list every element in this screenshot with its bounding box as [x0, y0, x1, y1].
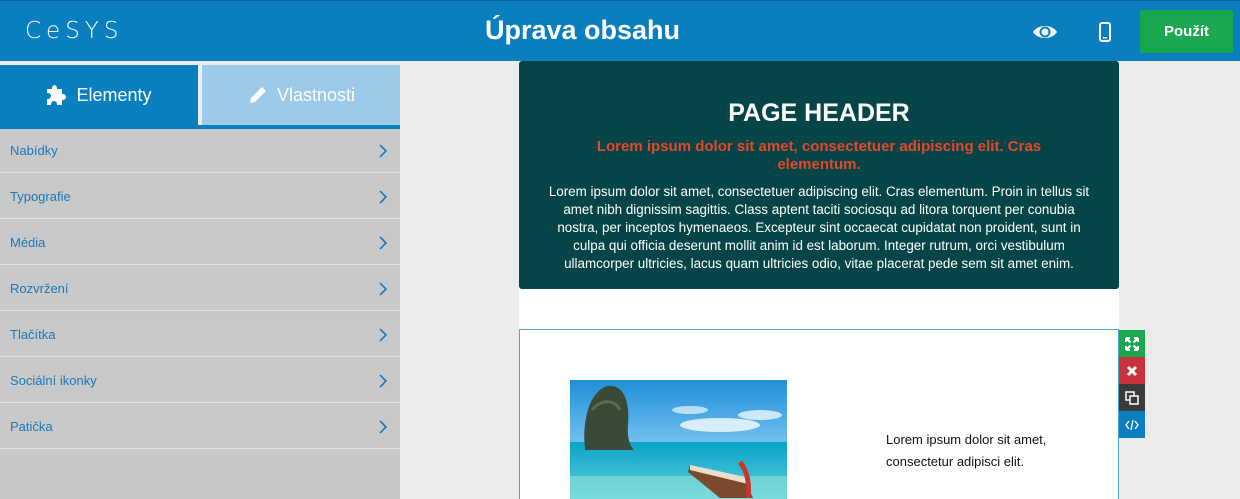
element-category-list: Nabídky Typografie Média Rozvržení Tlačí… — [0, 129, 400, 451]
category-label: Typografie — [10, 189, 71, 204]
page-header-title: PAGE HEADER — [728, 99, 910, 127]
chevron-right-icon — [379, 236, 388, 250]
move-arrows-icon — [1125, 336, 1139, 351]
image-text-block[interactable]: Lorem ipsum dolor sit amet, consectetur … — [519, 329, 1119, 499]
category-footer[interactable]: Patička — [0, 405, 400, 449]
category-typography[interactable]: Typografie — [0, 175, 400, 219]
chevron-right-icon — [379, 190, 388, 204]
mobile-preview-button[interactable] — [1096, 19, 1114, 45]
tab-elements-label: Elementy — [76, 84, 152, 105]
eye-icon — [1033, 26, 1057, 38]
edit-code-button[interactable] — [1119, 411, 1145, 438]
tab-elements[interactable]: Elementy — [0, 65, 198, 125]
page-header-subtitle: Lorem ipsum dolor sit amet, consectetuer… — [596, 138, 1042, 173]
copy-icon — [1125, 390, 1139, 405]
sidebar-tabs: Elementy Vlastnosti — [0, 61, 400, 129]
sidebar: Elementy Vlastnosti Nabídky Typografie M… — [0, 61, 400, 499]
apply-button[interactable]: Použít — [1140, 10, 1233, 53]
category-label: Nabídky — [10, 143, 58, 158]
category-label: Patička — [10, 419, 53, 434]
category-label: Rozvržení — [10, 281, 69, 296]
copy-block-button[interactable] — [1119, 384, 1145, 411]
tab-properties-label: Vlastnosti — [276, 84, 356, 105]
chevron-right-icon — [379, 374, 388, 388]
chevron-right-icon — [379, 420, 388, 434]
preview-button[interactable] — [1031, 19, 1059, 45]
page-header-text: Lorem ipsum dolor sit amet, consectetuer… — [548, 184, 1090, 271]
delete-block-button[interactable] — [1119, 357, 1145, 384]
category-label: Sociální ikonky — [10, 373, 97, 388]
category-layout[interactable]: Rozvržení — [0, 267, 400, 311]
chevron-right-icon — [379, 282, 388, 296]
code-icon — [1125, 419, 1139, 430]
beach-boat-image — [570, 380, 787, 499]
pencil-icon — [249, 85, 268, 103]
category-label: Tlačítka — [10, 327, 56, 342]
chevron-right-icon — [379, 328, 388, 342]
category-offers[interactable]: Nabídky — [0, 129, 400, 173]
delete-x-icon — [1126, 365, 1138, 376]
category-media[interactable]: Média — [0, 221, 400, 265]
move-block-button[interactable] — [1119, 330, 1145, 357]
puzzle-icon — [47, 85, 67, 105]
category-social-icons[interactable]: Sociální ikonky — [0, 359, 400, 403]
page-title: Úprava obsahu — [484, 15, 681, 45]
block-toolbox — [1119, 330, 1145, 438]
chevron-right-icon — [379, 144, 388, 158]
category-buttons[interactable]: Tlačítka — [0, 313, 400, 357]
page-header-block[interactable]: PAGE HEADER Lorem ipsum dolor sit amet, … — [519, 61, 1119, 289]
mobile-phone-icon — [1099, 22, 1111, 42]
tab-properties[interactable]: Vlastnosti — [202, 65, 400, 125]
category-label: Média — [10, 235, 46, 250]
top-bar: CeSYS Úprava obsahu Použít — [0, 0, 1240, 61]
image-block-text: Lorem ipsum dolor sit amet, consectetur … — [886, 432, 1047, 469]
